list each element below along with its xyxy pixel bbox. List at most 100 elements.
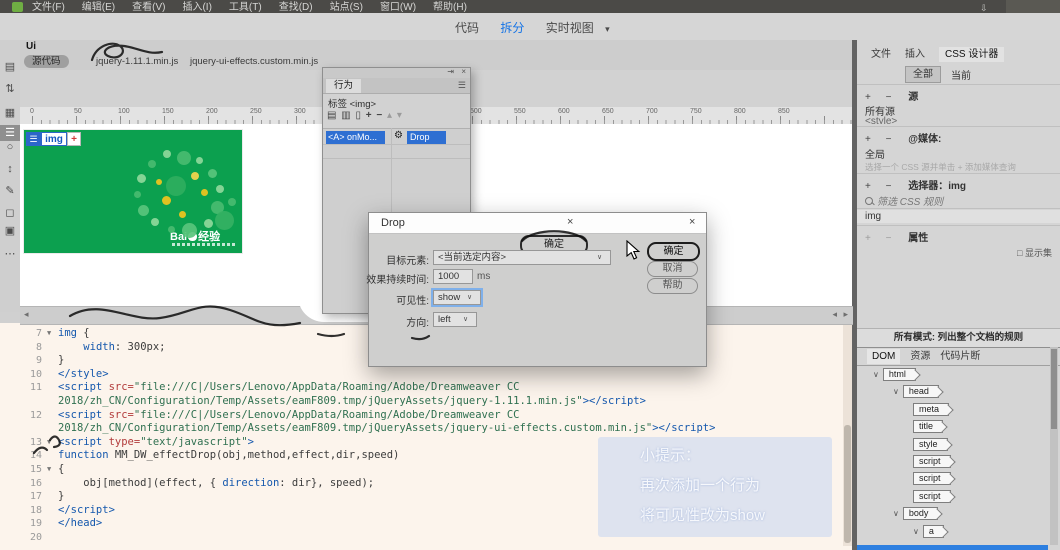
comment-disabled-icon[interactable]: ▣ <box>0 224 20 237</box>
assets-icon[interactable]: ▦ <box>0 106 20 119</box>
sort-icon[interactable]: ⇅ <box>0 82 20 95</box>
scroll-left2-icon[interactable]: ◂ <box>832 309 837 320</box>
menu-item[interactable]: 帮助(H) <box>433 2 467 13</box>
list-icon[interactable]: ▯ <box>355 110 362 121</box>
chevron-down-icon[interactable]: ∨ <box>467 293 472 301</box>
tab-jquery-ui-effects[interactable]: jquery-ui-effects.custom.min.js <box>190 56 318 67</box>
preview-image[interactable]: Bai 经验 <box>24 130 242 253</box>
dom-tag-pill[interactable]: style <box>913 437 948 451</box>
dom-tree-row[interactable]: ∨ a <box>913 524 944 541</box>
menu-item[interactable]: 工具(T) <box>229 2 262 13</box>
show-set-checkbox[interactable]: □ 显示集 <box>1017 246 1052 259</box>
dom-tree-row[interactable]: script <box>913 472 951 488</box>
fold-arrow-icon[interactable]: ▼ <box>47 436 51 450</box>
live-view-caret-icon[interactable]: ▾ <box>605 24 610 34</box>
scroll-left-icon[interactable]: ◂ <box>24 309 29 320</box>
dom-tree-row[interactable]: meta <box>913 402 950 419</box>
show-set-events-icon[interactable]: ▤ <box>327 110 337 121</box>
scrollbar-thumb[interactable] <box>844 425 851 543</box>
code-line[interactable]: 2018/zh_CN/Configuration/Temp/Assets/eam… <box>0 422 853 436</box>
gear-icon[interactable]: ⚙ <box>394 130 403 141</box>
fold-arrow-icon[interactable]: ▼ <box>47 327 51 341</box>
add-behavior-button[interactable]: + <box>366 110 373 121</box>
cancel-button[interactable]: 取消 <box>647 261 698 277</box>
dom-panel-tab-资源[interactable]: 资源 <box>910 351 930 362</box>
help-button[interactable]: 帮助 <box>647 278 698 294</box>
sidebar-tab-CSS 设计器[interactable]: CSS 设计器 <box>939 47 1005 62</box>
move-down-icon[interactable]: ▾ <box>397 110 403 121</box>
add-property-icon[interactable]: + <box>865 233 871 244</box>
filter-placeholder[interactable]: 筛选 CSS 规则 <box>877 197 943 208</box>
back-dialog-close-icon[interactable]: × <box>567 216 573 228</box>
more-icon[interactable]: ⋯ <box>0 247 20 260</box>
collapse-arrow-icon[interactable]: ∨ <box>913 527 919 536</box>
collapse-arrow-icon[interactable]: ∨ <box>893 387 899 396</box>
dom-tree-row[interactable]: script <box>913 489 951 506</box>
remove-behavior-button[interactable]: − <box>376 110 383 121</box>
sync-status-icon[interactable]: ⇩ <box>980 1 988 13</box>
code-line[interactable]: 12 <script src="file:///C|/Users/Lenovo/A… <box>0 409 853 423</box>
code-vertical-scrollbar[interactable] <box>843 325 852 546</box>
scope-current-button[interactable]: 当前 <box>951 67 971 82</box>
dom-tag-pill[interactable]: meta <box>913 402 950 416</box>
fold-arrow-icon[interactable]: ▼ <box>47 463 51 477</box>
comment-icon[interactable]: ◻ <box>0 206 20 219</box>
chevron-down-icon[interactable]: ∨ <box>597 253 602 261</box>
dom-scrollbar[interactable] <box>1050 347 1058 545</box>
direction-select[interactable]: left <box>433 312 477 327</box>
fluid-grid-icon[interactable]: ○ <box>0 141 20 153</box>
pen-icon[interactable]: ✎ <box>0 184 20 197</box>
panel-dock-icon[interactable]: ⇥ <box>447 67 454 76</box>
position-icon[interactable]: ↕ <box>0 163 20 175</box>
code-line[interactable]: 11 <script src="file:///C|/Users/Lenovo/A… <box>0 381 853 395</box>
menu-item[interactable]: 站点(S) <box>330 2 363 13</box>
sidebar-tab-文件[interactable]: 文件 <box>871 49 891 60</box>
dialog-close-icon[interactable]: × <box>689 216 695 228</box>
dialog-title-bar[interactable] <box>369 213 706 234</box>
dom-tag-pill[interactable]: script <box>913 455 951 468</box>
sidebar-tab-插入[interactable]: 插入 <box>905 49 925 60</box>
scroll-right-icon[interactable]: ▸ <box>843 309 848 320</box>
split-view-button[interactable]: 拆分 <box>500 21 524 35</box>
behaviors-tab[interactable]: 行为 <box>326 79 362 93</box>
dom-tree-row[interactable]: style <box>913 437 948 454</box>
dom-tag-pill[interactable]: title <box>913 420 944 434</box>
chevron-down-icon[interactable]: ∨ <box>463 315 468 323</box>
add-selector-icon[interactable]: + <box>865 181 871 192</box>
media-global-item[interactable]: 全局 <box>865 146 1060 161</box>
scope-all-button[interactable]: 全部 <box>905 66 941 83</box>
dom-tree-row[interactable]: title <box>913 420 944 436</box>
element-tag-label[interactable]: img <box>41 132 67 146</box>
dom-panel-tab-代码片断[interactable]: 代码片断 <box>940 351 980 362</box>
target-element-select[interactable]: <当前选定内容> <box>433 250 611 265</box>
show-all-events-icon[interactable]: ▥ <box>341 110 351 121</box>
dom-tree-row[interactable]: ∨ body <box>893 507 939 523</box>
dom-tag-pill[interactable]: html <box>882 368 916 381</box>
panel-menu-icon[interactable]: ☰ <box>458 80 466 91</box>
add-source-icon[interactable]: + <box>865 92 871 103</box>
menu-item[interactable]: 窗口(W) <box>380 2 416 13</box>
menu-item[interactable]: 文件(F) <box>32 2 65 13</box>
dom-tree-row[interactable]: ∨ head <box>893 385 939 401</box>
code-line[interactable]: 10 </style> <box>0 368 853 382</box>
selector-filter-row[interactable]: 筛选 CSS 规则 <box>865 193 1060 208</box>
menu-item[interactable]: 插入(I) <box>182 2 211 13</box>
file-icon[interactable]: ▤ <box>0 60 20 73</box>
menu-item[interactable]: 编辑(E) <box>82 2 115 13</box>
dom-tag-pill[interactable]: script <box>913 489 951 503</box>
element-display-badge[interactable]: ☰ img + <box>26 132 81 146</box>
dom-tree-row[interactable]: script <box>913 455 951 471</box>
remove-source-icon[interactable]: − <box>886 92 892 103</box>
element-menu-icon[interactable]: ☰ <box>26 132 41 146</box>
add-media-icon[interactable]: + <box>865 134 871 145</box>
remove-selector-icon[interactable]: − <box>886 181 892 192</box>
menu-item[interactable]: 查看(V) <box>132 2 165 13</box>
scrollbar-thumb[interactable] <box>1051 349 1057 429</box>
code-view-button[interactable]: 代码 <box>455 21 479 35</box>
dom-tag-pill[interactable]: a <box>922 524 944 538</box>
tab-source-code[interactable]: 源代码 <box>24 55 69 68</box>
remove-property-icon[interactable]: − <box>886 233 892 244</box>
hamburger-icon[interactable]: ☰ <box>0 125 20 141</box>
selector-img-item[interactable]: img <box>857 210 1060 223</box>
live-view-button[interactable]: 实时视图 <box>546 21 594 35</box>
